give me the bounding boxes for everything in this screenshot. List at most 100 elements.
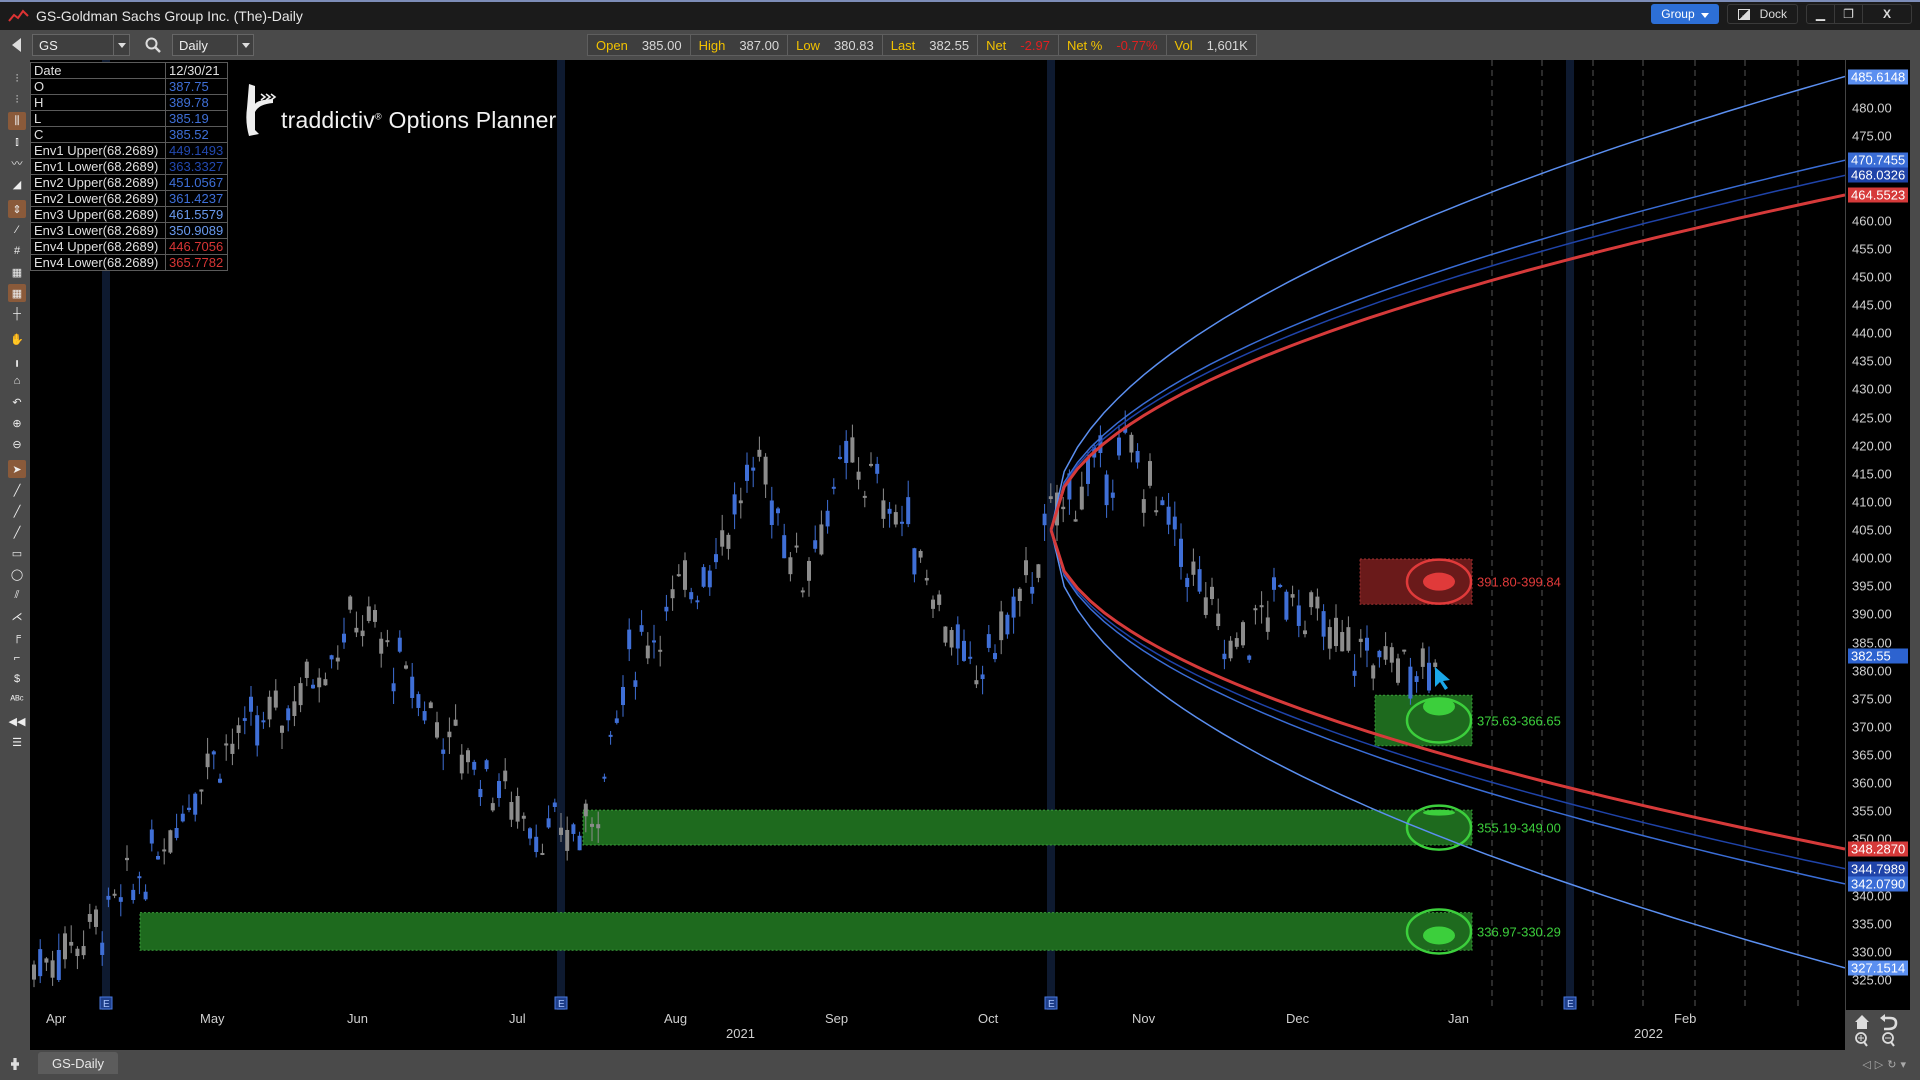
candle-hollow-icon[interactable]: ⫶ (8, 91, 26, 109)
candle-body (571, 824, 576, 834)
candle-body (732, 494, 737, 515)
data-window-icon[interactable]: ▦ (8, 284, 26, 302)
dock-button[interactable]: Dock (1726, 4, 1798, 24)
candle-body (621, 686, 625, 706)
data-key: H (30, 94, 166, 111)
mouse-cursor-icon (1435, 667, 1450, 690)
candle-body (831, 486, 836, 489)
trendline-icon[interactable]: ╱ (8, 481, 26, 499)
add-tab-icon[interactable] (11, 1058, 19, 1070)
ohlc-icon[interactable]: ⫾ (8, 133, 26, 151)
crosshair-icon[interactable]: ┼ (8, 305, 26, 323)
data-window-row: Env2 Upper(68.2689) 451.0567 (30, 174, 228, 191)
line-chart-icon[interactable]: 〰 (8, 154, 26, 172)
collapse-left-icon[interactable] (12, 38, 21, 52)
candle-body (1420, 648, 1425, 667)
chevron-down-icon[interactable] (237, 35, 253, 55)
candle-body (986, 634, 991, 648)
chart-canvas[interactable]: 391.80-399.84 375.63-366.65 355.19-349.00 3… (30, 60, 1846, 1010)
pan-icon[interactable]: ✋ (8, 330, 26, 348)
quote-net: Net % -0.77% (1059, 35, 1167, 55)
month-label: Apr (46, 1011, 67, 1026)
zoom-out-icon[interactable] (1882, 1032, 1895, 1047)
restore-button[interactable]: ❐ (1835, 5, 1863, 23)
tab-label: GS-Daily (52, 1055, 105, 1071)
grid-icon[interactable]: # (8, 242, 26, 260)
text-icon[interactable]: ᴬᴮᶜ (8, 691, 26, 709)
fan-icon[interactable]: ⋌ (8, 607, 26, 625)
select-arrow-icon[interactable]: ➤ (8, 460, 26, 478)
candle-body (993, 653, 997, 660)
candle-body (1005, 614, 1010, 635)
data-window-row: H 389.78 (30, 94, 228, 111)
area-chart-icon[interactable]: ◢ (8, 175, 26, 193)
candle-body (435, 722, 439, 738)
data-value: 350.9089 (165, 222, 228, 239)
price-tick: 440.00 (1852, 325, 1892, 341)
rectangle-icon[interactable]: ▭ (8, 544, 26, 562)
candle-body (1110, 492, 1115, 498)
tab-nav-controls[interactable]: ◁▷↻▾ (1862, 1058, 1910, 1071)
month-label: Jul (509, 1011, 526, 1026)
scale-icon[interactable]: ⇕ (8, 200, 26, 218)
undo-icon[interactable] (1880, 1014, 1898, 1031)
home-icon[interactable] (1855, 1015, 1869, 1029)
price-zone (582, 809, 1473, 846)
zoom-in-icon[interactable] (1855, 1032, 1868, 1047)
price-tag: 464.5523 (1848, 187, 1908, 203)
candle-body (168, 830, 173, 853)
zone-label: 391.80-399.84 (1477, 575, 1561, 590)
candle-body (484, 760, 489, 770)
title-bar: GS-Goldman Sachs Group Inc. (The)-Daily … (0, 0, 1920, 30)
price-tag: 485.6148 (1848, 69, 1908, 85)
data-key: Env3 Lower(68.2689) (30, 222, 166, 239)
candle-body (1216, 613, 1221, 627)
data-key: L (30, 110, 166, 127)
quote-value: 380.83 (833, 37, 874, 53)
candle-body (69, 941, 74, 946)
interval-combo[interactable]: Daily (172, 34, 254, 56)
menu-icon[interactable]: ☰ (8, 733, 26, 751)
extended-line-icon[interactable]: ╱ (8, 523, 26, 541)
candlestick-icon[interactable]: ⫼ (8, 112, 26, 130)
candle-body (373, 610, 377, 622)
group-button[interactable]: Group (1651, 4, 1719, 24)
ellipse-icon[interactable]: ◯ (8, 565, 26, 583)
candle-body (311, 684, 315, 689)
data-key: Env4 Upper(68.2689) (30, 238, 166, 255)
search-icon[interactable] (144, 36, 162, 54)
fib-icon[interactable]: ╒ (8, 628, 26, 646)
candle-body (670, 589, 675, 599)
tab-gs-daily[interactable]: GS-Daily (38, 1052, 119, 1074)
candle-body (906, 497, 911, 525)
step-icon[interactable]: ⌐ (8, 649, 26, 667)
ray-icon[interactable]: ╱ (8, 502, 26, 520)
minimize-button[interactable]: ▁ (1807, 5, 1835, 23)
channel-icon[interactable]: ⫽ (8, 586, 26, 604)
symbol-combo[interactable]: GS (32, 34, 130, 56)
candle-body (980, 674, 985, 680)
candle-body (187, 807, 191, 810)
undo-icon[interactable]: ↶ (8, 393, 26, 411)
rewind-icon[interactable]: ◀◀ (8, 712, 26, 730)
price-chart[interactable]: 391.80-399.84 375.63-366.65 355.19-349.00 3… (30, 60, 1846, 1010)
candle-body (862, 495, 867, 498)
price-tool-icon[interactable]: $ (8, 670, 26, 688)
candle-body (459, 754, 464, 774)
zoom-in-icon[interactable]: ⊕ (8, 414, 26, 432)
price-tick: 360.00 (1852, 775, 1892, 791)
candle-body (1154, 510, 1159, 513)
candle-body (943, 626, 948, 643)
log-scale-icon[interactable]: ⁄ (8, 221, 26, 239)
data-value: 451.0567 (165, 174, 228, 191)
table-icon[interactable]: ▦ (8, 263, 26, 281)
chevron-down-icon[interactable] (113, 35, 129, 55)
pointer-small-icon[interactable]: ╻ (8, 351, 26, 369)
zoom-out-icon[interactable]: ⊖ (8, 435, 26, 453)
close-button[interactable]: X (1863, 5, 1911, 23)
candle-body (856, 471, 861, 480)
price-axis[interactable]: 485.00480.00475.00470.00465.00460.00455.… (1845, 60, 1910, 1010)
price-tick: 330.00 (1852, 944, 1892, 960)
bar-chart-icon[interactable]: ⫶ (8, 70, 26, 88)
home-icon[interactable]: ⌂ (8, 372, 26, 390)
